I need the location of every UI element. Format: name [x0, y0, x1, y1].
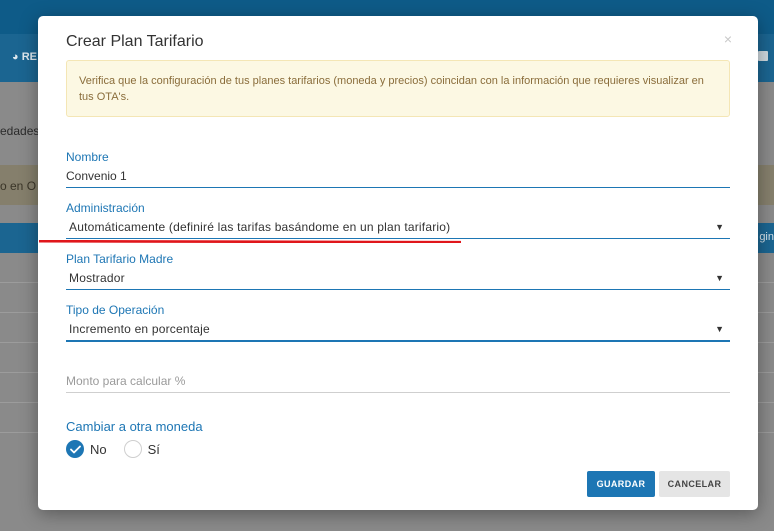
nav-item-label: RE [21, 51, 37, 63]
caret-down-icon[interactable]: ▼ [715, 324, 724, 334]
currency-change-radio-group: No Sí [66, 439, 177, 459]
create-rate-plan-dialog: Crear Plan Tarifario × Verifica que la c… [38, 16, 758, 510]
page-alert-text: o en O [0, 179, 37, 193]
amount-underline [66, 392, 730, 393]
name-field[interactable]: Nombre Convenio 1 [66, 149, 730, 188]
dialog-title: Crear Plan Tarifario [66, 33, 204, 50]
parent-rate-plan-underline [66, 289, 730, 290]
info-alert: Verifica que la configuración de tus pla… [66, 60, 730, 117]
cancel-button[interactable]: CANCELAR [659, 471, 730, 497]
operation-type-select[interactable]: Tipo de Operación Incremento en porcenta… [66, 302, 730, 342]
chart-icon: ◕ [12, 51, 19, 63]
parent-rate-plan-label: Plan Tarifario Madre [66, 252, 174, 266]
name-label: Nombre [66, 150, 109, 164]
parent-rate-plan-select[interactable]: Plan Tarifario Madre Mostrador ▼ [66, 251, 730, 290]
red-annotation-underline [39, 240, 461, 243]
name-underline [66, 187, 730, 188]
amount-input[interactable]: Monto para calcular % [66, 370, 730, 392]
nav-item-reports[interactable]: ◕ RE [12, 51, 37, 63]
currency-change-label: Cambiar a otra moneda [66, 419, 203, 434]
save-button[interactable]: GUARDAR [587, 471, 655, 497]
radio-no[interactable] [66, 440, 84, 458]
table-header-label: gin [759, 231, 774, 243]
administration-select[interactable]: Administración Automáticamente (definiré… [66, 200, 730, 239]
caret-down-icon[interactable]: ▼ [715, 222, 724, 232]
content-text: edades [0, 124, 40, 138]
menu-icon[interactable] [758, 51, 768, 61]
amount-field[interactable]: Monto para calcular % [66, 370, 730, 393]
caret-down-icon[interactable]: ▼ [715, 273, 724, 283]
radio-si[interactable] [123, 440, 142, 458]
radio-si-label[interactable]: Sí [148, 442, 160, 457]
administration-value[interactable]: Automáticamente (definiré las tarifas ba… [66, 216, 730, 238]
administration-label: Administración [66, 201, 145, 215]
radio-no-label[interactable]: No [90, 442, 107, 457]
parent-rate-plan-value[interactable]: Mostrador [66, 267, 730, 289]
administration-underline [66, 238, 730, 239]
check-icon [69, 445, 81, 453]
operation-type-underline [66, 340, 730, 342]
close-icon[interactable]: × [724, 31, 732, 47]
name-input[interactable]: Convenio 1 [66, 165, 730, 187]
info-alert-text: Verifica que la configuración de tus pla… [79, 75, 704, 103]
operation-type-label: Tipo de Operación [66, 303, 165, 317]
operation-type-value[interactable]: Incremento en porcentaje [66, 318, 730, 340]
